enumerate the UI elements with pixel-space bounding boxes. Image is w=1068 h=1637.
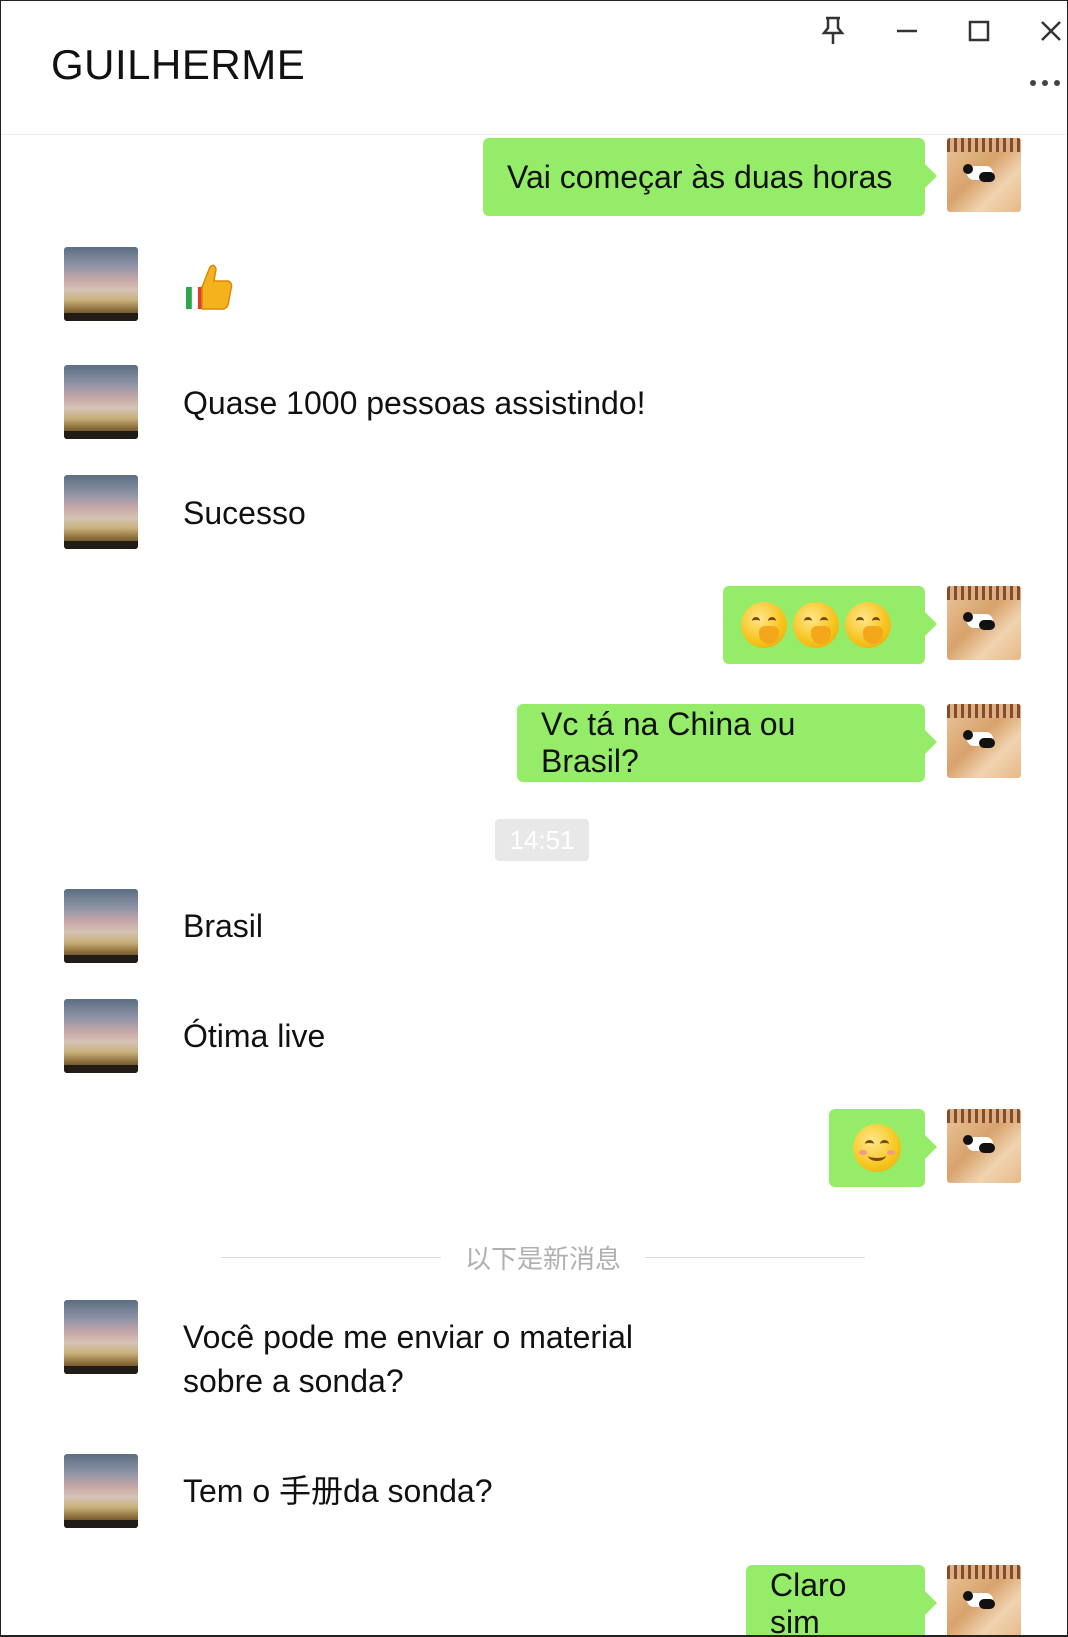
outgoing-message-bubble[interactable]: Claro sim — [746, 1565, 937, 1637]
my-avatar[interactable] — [947, 704, 1021, 778]
outgoing-emoji-bubble[interactable] — [829, 1109, 937, 1187]
outgoing-message-bubble[interactable]: Vc tá na China ou Brasil? — [517, 704, 937, 782]
my-avatar[interactable] — [947, 138, 1021, 212]
contact-avatar[interactable] — [64, 999, 138, 1073]
my-avatar[interactable] — [947, 1565, 1021, 1635]
divider-line — [645, 1257, 865, 1258]
message-text: Claro sim — [770, 1567, 847, 1637]
divider-line — [221, 1257, 441, 1258]
close-icon[interactable] — [1031, 11, 1067, 51]
incoming-message-text[interactable]: Ótima live — [183, 1014, 325, 1058]
hand-over-mouth-emoji — [845, 602, 891, 648]
more-icon[interactable] — [1023, 63, 1067, 103]
my-avatar[interactable] — [947, 586, 1021, 660]
divider-label: 以下是新消息 — [464, 1244, 621, 1274]
pin-icon[interactable] — [813, 11, 853, 51]
message-line: sobre a sonda? — [183, 1363, 404, 1399]
contact-avatar[interactable] — [64, 889, 138, 963]
my-avatar[interactable] — [947, 1109, 1021, 1183]
minimize-icon[interactable] — [887, 11, 927, 51]
incoming-message-text[interactable]: Brasil — [183, 904, 263, 948]
contact-name: GUILHERME — [51, 41, 306, 88]
outgoing-emoji-bubble[interactable] — [723, 586, 937, 664]
message-text: Vai começar às duas horas — [507, 158, 893, 195]
incoming-message-text[interactable]: Sucesso — [183, 491, 306, 535]
hand-over-mouth-emoji — [793, 602, 839, 648]
smiling-face-emoji — [853, 1124, 901, 1172]
thumbs-up-emoji — [184, 261, 234, 313]
new-messages-divider: 以下是新消息 — [221, 1237, 865, 1277]
chat-header: GUILHERME — [1, 1, 1067, 135]
maximize-icon[interactable] — [959, 11, 999, 51]
contact-avatar[interactable] — [64, 475, 138, 549]
chat-window: GUILHERME Vai começar às duas horas Quas… — [0, 0, 1068, 1637]
incoming-message-text[interactable]: Tem o 手册da sonda? — [183, 1469, 493, 1513]
contact-avatar[interactable] — [64, 1300, 138, 1374]
contact-avatar[interactable] — [64, 365, 138, 439]
incoming-message-text[interactable]: Quase 1000 pessoas assistindo! — [183, 381, 646, 425]
contact-avatar[interactable] — [64, 247, 138, 321]
timestamp: 14:51 — [495, 819, 589, 861]
contact-avatar[interactable] — [64, 1454, 138, 1528]
incoming-message-text[interactable]: Você pode me enviar o material sobre a s… — [183, 1315, 633, 1403]
message-line: Você pode me enviar o material — [183, 1319, 634, 1355]
hand-over-mouth-emoji — [741, 602, 787, 648]
outgoing-message-bubble[interactable]: Vai começar às duas horas — [483, 138, 937, 216]
message-text: Vc tá na China ou Brasil? — [541, 706, 796, 779]
